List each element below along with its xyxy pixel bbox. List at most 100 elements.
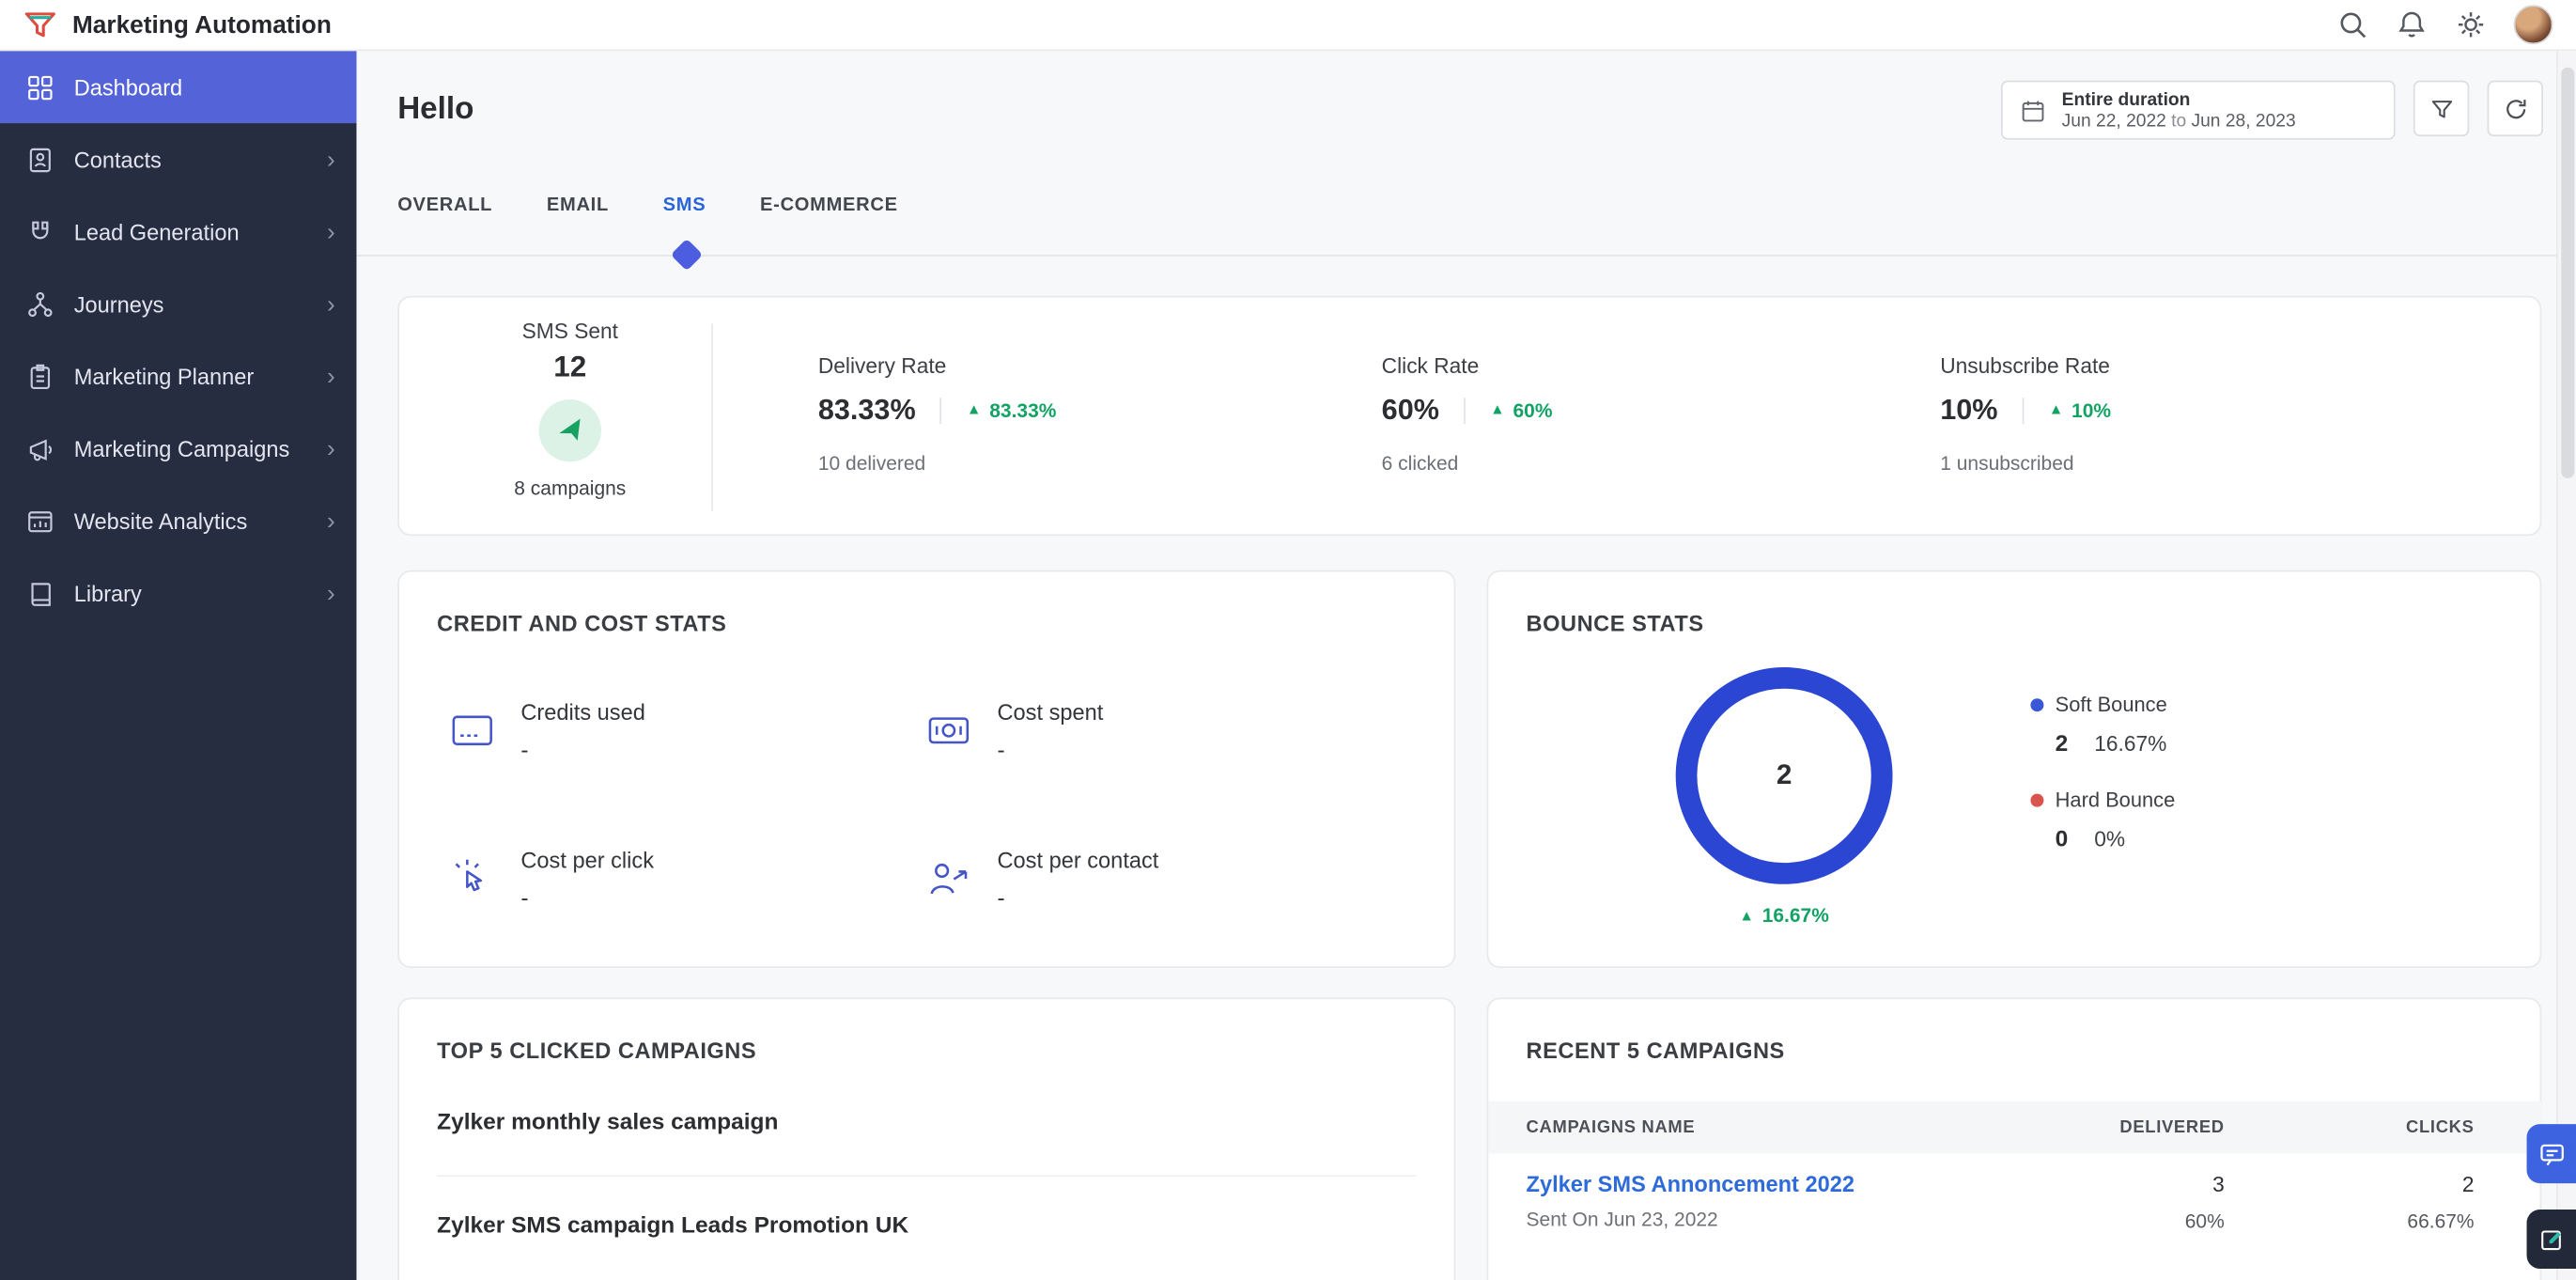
card-title: CREDIT AND COST STATS — [437, 611, 727, 636]
top-clicked-campaigns-card: TOP 5 CLICKED CAMPAIGNS Zylker monthly s… — [397, 997, 1456, 1280]
sms-sent-label: SMS Sent — [521, 319, 618, 344]
metric-delta-value: 83.33% — [989, 398, 1057, 422]
clicked-campaign-item[interactable]: Zylker monthly sales campaign — [437, 1108, 778, 1134]
clicks-count: 2 — [2461, 1171, 2475, 1197]
dashboard-tabs: OVERALL EMAIL SMS E-COMMERCE — [397, 195, 898, 228]
sidebar-item-marketing-planner[interactable]: Marketing Planner › — [0, 340, 356, 413]
sidebar-item-label: Dashboard — [73, 74, 183, 100]
send-plane-badge — [538, 398, 602, 462]
metric-delta: ▲ 10% — [2049, 398, 2111, 421]
metric-label: Unsubscribe Rate — [1940, 352, 2110, 379]
column-campaigns-name: CAMPAIGNS NAME — [1526, 1117, 1696, 1138]
date-range-label: Entire duration — [2061, 89, 2191, 110]
clicked-campaign-item[interactable]: Zylker SMS campaign Leads Promotion UK — [437, 1211, 908, 1238]
card-title: BOUNCE STATS — [1526, 611, 1704, 636]
credits-used-item: Credits used - — [448, 700, 645, 763]
sms-summary-card: SMS Sent 12 8 campaigns Delivery Rate 83… — [397, 295, 2542, 537]
legend-pct: 16.67% — [2094, 731, 2167, 757]
date-range-picker[interactable]: Entire duration Jun 22, 2022 to Jun 28, 20… — [2000, 80, 2396, 140]
page-title: Hello — [397, 91, 474, 127]
delivered-pct: 60% — [2184, 1210, 2225, 1233]
metric-click-rate: Click Rate 60% ▲ 60% 6 clicked — [1382, 353, 1553, 475]
legend-label: Soft Bounce — [2055, 693, 2167, 717]
sms-campaign-count: 8 campaigns — [514, 476, 627, 500]
recent-campaigns-card: RECENT 5 CAMPAIGNS CAMPAIGNS NAME DELIVE… — [1486, 997, 2544, 1280]
cost-per-click-item: Cost per click - — [448, 848, 654, 911]
column-delivered: DELIVERED — [2119, 1117, 2225, 1138]
sidebar-item-contacts[interactable]: Contacts › — [0, 123, 356, 195]
sidebar-item-lead-generation[interactable]: Lead Generation › — [0, 195, 356, 268]
click-tap-icon — [455, 859, 483, 892]
legend-soft-bounce: Soft Bounce 2 16.67% — [2030, 694, 2175, 788]
chevron-right-icon: › — [326, 362, 335, 391]
stat-value: - — [520, 883, 529, 911]
chevron-right-icon: › — [326, 579, 335, 608]
banknote-icon — [928, 717, 970, 744]
metric-label: Click Rate — [1381, 352, 1480, 379]
legend-label: Hard Bounce — [2055, 788, 2176, 812]
dashboard-grid-icon — [28, 74, 53, 100]
dashboard-main: Hello Entire duration Jun 22, 2022 to Jun … — [356, 51, 2557, 1280]
sidebar-item-label: Journeys — [73, 291, 164, 317]
metric-separator — [2022, 397, 2025, 424]
notifications-bell-icon[interactable] — [2396, 8, 2429, 41]
table-header: CAMPAIGNS NAME DELIVERED CLICKS — [1488, 1100, 2544, 1154]
list-divider — [437, 1175, 1417, 1178]
campaigns-megaphone-icon — [29, 438, 53, 460]
campaign-sent-date: Sent On Jun 23, 2022 — [1526, 1208, 1718, 1231]
metric-delta: ▲ 60% — [1490, 398, 1552, 421]
sidebar-item-website-analytics[interactable]: Website Analytics › — [0, 485, 356, 557]
campaign-link[interactable]: Zylker SMS Annoncement 2022 — [1527, 1172, 2027, 1196]
sms-chat-fab[interactable] — [2526, 1124, 2576, 1184]
refresh-icon — [2506, 99, 2525, 118]
delta-up-icon: ▲ — [1490, 400, 1505, 418]
card-title: TOP 5 CLICKED CAMPAIGNS — [437, 1038, 757, 1064]
tab-ecommerce[interactable]: E-COMMERCE — [760, 195, 898, 228]
tab-email[interactable]: EMAIL — [547, 195, 609, 228]
analytics-chart-icon — [28, 510, 53, 532]
date-range-end: Jun 28, 2023 — [2191, 111, 2296, 132]
bounce-total: 2 — [1776, 758, 1792, 791]
metric-separator — [939, 397, 942, 424]
sidebar-item-label: Marketing Campaigns — [73, 436, 290, 461]
column-clicks: CLICKS — [2406, 1117, 2475, 1138]
sidebar-item-label: Lead Generation — [73, 219, 240, 244]
sidebar-item-dashboard[interactable]: Dashboard — [0, 51, 357, 124]
sidebar: Dashboard Contacts › Lead Generation › J… — [0, 51, 357, 1280]
sidebar-item-label: Marketing Planner — [73, 364, 255, 389]
vertical-scrollbar[interactable] — [2556, 51, 2576, 1280]
planner-clipboard-icon — [30, 363, 51, 389]
settings-gear-icon[interactable] — [2455, 8, 2488, 41]
sidebar-item-label: Library — [73, 581, 142, 606]
stat-label: Cost spent — [997, 699, 1104, 726]
tab-overall[interactable]: OVERALL — [397, 195, 492, 228]
sidebar-item-journeys[interactable]: Journeys › — [0, 268, 356, 340]
metric-subtext: 6 clicked — [1381, 451, 1459, 476]
stat-value: - — [520, 736, 529, 763]
date-range-to: to — [2171, 111, 2187, 132]
bounce-delta-value: 16.67% — [1761, 903, 1829, 928]
credit-cost-card: CREDIT AND COST STATS Credits used - Cos… — [397, 570, 1456, 968]
bounce-stats-card: BOUNCE STATS 2 ▲ 16.67% Soft Bounce 2 16… — [1486, 570, 2542, 968]
sidebar-item-library[interactable]: Library › — [0, 557, 356, 630]
search-icon[interactable] — [2336, 8, 2369, 41]
date-range-text: Entire duration Jun 22, 2022 to Jun 28, 20… — [2062, 89, 2296, 131]
sidebar-item-label: Website Analytics — [73, 508, 248, 534]
paper-plane-icon — [558, 417, 580, 440]
lead-generation-magnet-icon — [32, 220, 49, 239]
refresh-button[interactable] — [2487, 80, 2544, 137]
chevron-right-icon: › — [326, 507, 335, 536]
compose-fab[interactable] — [2526, 1210, 2576, 1270]
scrollbar-thumb[interactable] — [2561, 67, 2575, 478]
table-row: Zylker SMS Annoncement 2022 Sent On Jun … — [1488, 1172, 2543, 1233]
contact-person-icon — [930, 863, 968, 895]
tab-sms[interactable]: SMS — [663, 195, 706, 228]
metric-subtext: 1 unsubscribed — [1940, 451, 2074, 476]
journeys-flow-icon — [28, 290, 53, 317]
filter-button[interactable] — [2413, 80, 2470, 137]
sidebar-item-marketing-campaigns[interactable]: Marketing Campaigns › — [0, 413, 356, 485]
soft-bounce-dot-icon — [2030, 698, 2044, 712]
chevron-right-icon: › — [326, 434, 335, 463]
user-avatar[interactable] — [2513, 5, 2553, 45]
metric-separator — [1464, 397, 1466, 424]
